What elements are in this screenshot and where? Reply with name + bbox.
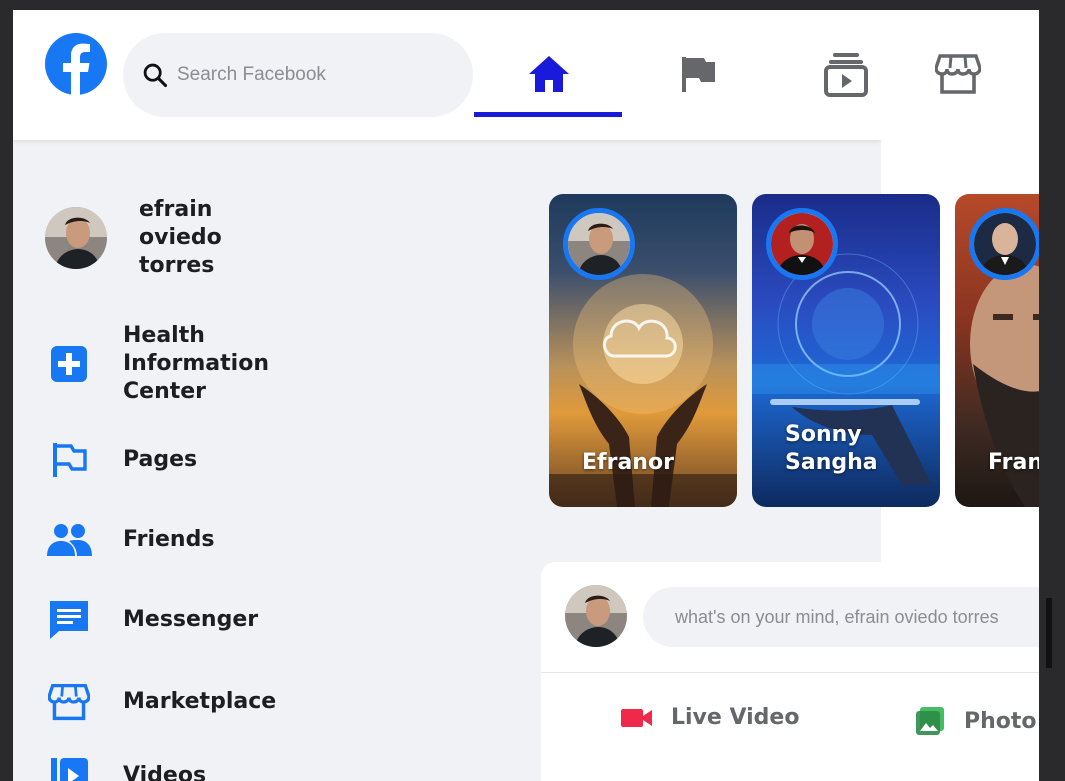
sidebar-item-messenger[interactable]: Messenger xyxy=(45,596,258,644)
story-avatar xyxy=(563,208,635,280)
video-camera-icon xyxy=(621,708,652,727)
sidebar-item-videos[interactable]: Videos xyxy=(45,752,206,781)
search-icon xyxy=(143,63,168,88)
scrollbar[interactable] xyxy=(1046,598,1052,668)
status-input-box[interactable] xyxy=(643,587,1039,647)
avatar xyxy=(45,207,107,269)
sidebar-item-label: Friends xyxy=(123,527,215,552)
home-icon xyxy=(529,56,569,92)
messenger-icon xyxy=(45,596,93,644)
video-icon xyxy=(45,752,93,781)
sidebar-item-label: Pages xyxy=(123,447,198,472)
sidebar-item-profile[interactable]: efrain oviedo torres xyxy=(45,196,259,280)
marketplace-icon xyxy=(935,54,981,94)
story-name: Fran xyxy=(988,450,1039,475)
flag-outline-icon xyxy=(45,436,93,484)
sidebar-item-label: Marketplace xyxy=(123,689,277,714)
plus-square-icon xyxy=(45,340,93,388)
sidebar-item-pages[interactable]: Pages xyxy=(45,436,197,484)
watch-icon xyxy=(824,53,868,97)
marketplace-icon xyxy=(45,678,93,726)
profile-name: efrain oviedo torres xyxy=(139,197,222,278)
live-video-label: Live Video xyxy=(671,705,800,730)
sidebar-item-label: Messenger xyxy=(123,607,259,632)
story-avatar xyxy=(969,208,1039,280)
photo-label: Photo xyxy=(964,708,1037,734)
avatar xyxy=(565,585,627,647)
header-right xyxy=(881,10,1039,140)
sidebar-item-label: Videos xyxy=(123,763,207,781)
active-tab-indicator xyxy=(474,112,622,117)
sidebar-item-friends[interactable]: Friends xyxy=(45,516,214,564)
search-box[interactable] xyxy=(123,33,473,117)
facebook-page: efrain oviedo torres Health Information … xyxy=(13,10,1039,781)
friends-icon xyxy=(45,516,93,564)
post-composer: Live Video Photo xyxy=(541,562,1039,781)
left-sidebar: efrain oviedo torres Health Information … xyxy=(13,140,513,781)
live-video-button[interactable]: Live Video xyxy=(621,705,799,730)
story-card[interactable]: Sonny Sangha xyxy=(752,194,940,507)
story-name: Efranor xyxy=(582,450,674,475)
sidebar-item-health[interactable]: Health Information Center xyxy=(45,322,293,406)
sidebar-item-label: Health Information Center xyxy=(123,323,269,404)
nav-marketplace-tab[interactable] xyxy=(918,32,998,116)
status-input[interactable] xyxy=(673,605,1039,629)
photo-button[interactable]: Photo xyxy=(914,705,1037,737)
story-avatar xyxy=(766,208,838,280)
flag-icon xyxy=(682,57,715,92)
photo-icon xyxy=(916,707,944,735)
story-card[interactable]: Efranor xyxy=(549,194,737,507)
nav-home-tab[interactable] xyxy=(474,32,624,117)
search-input[interactable] xyxy=(175,63,439,87)
top-header xyxy=(13,10,881,140)
sidebar-item-marketplace[interactable]: Marketplace xyxy=(45,678,276,726)
facebook-logo-icon[interactable] xyxy=(44,32,108,96)
story-card[interactable]: Fran xyxy=(955,194,1039,507)
composer-divider xyxy=(541,672,1039,673)
story-name: Sonny Sangha xyxy=(785,422,878,475)
nav-pages-tab[interactable] xyxy=(623,32,773,116)
